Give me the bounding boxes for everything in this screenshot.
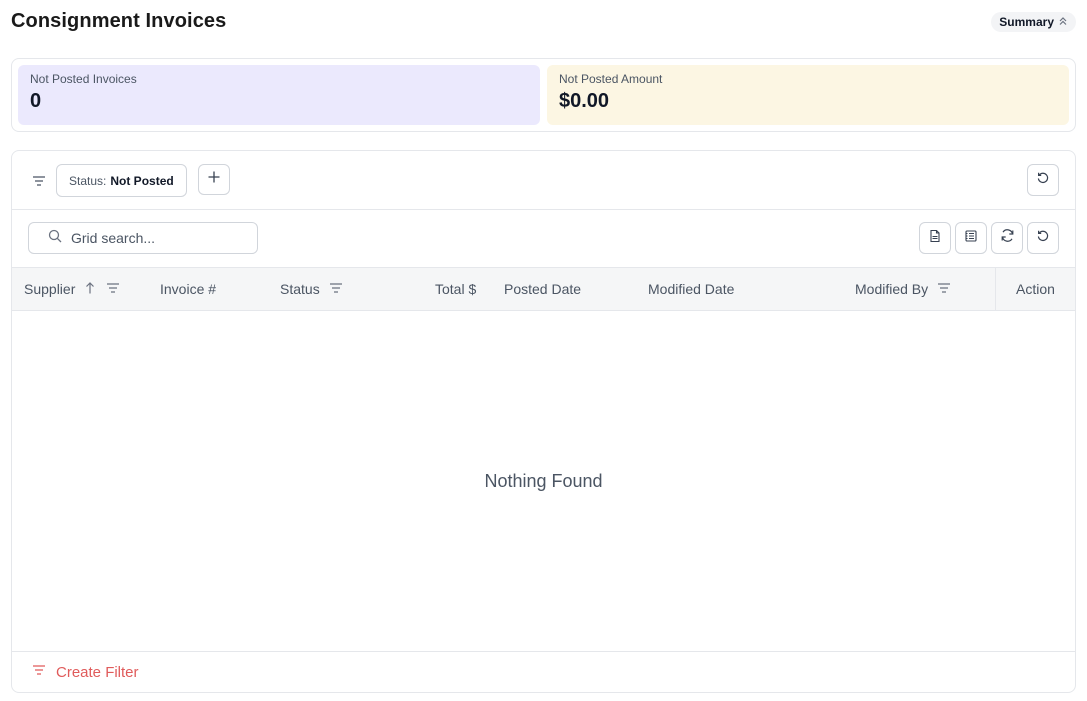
filter-chip-status[interactable]: Status: Not Posted <box>56 164 187 197</box>
export-csv-icon <box>928 229 942 248</box>
column-header-modified-date[interactable]: Modified Date <box>648 268 734 310</box>
grid-panel: Status: Not Posted Grid search... Suppli… <box>11 150 1076 693</box>
grid-toolbar <box>12 210 1075 267</box>
filter-chip-key: Status: <box>69 173 107 188</box>
summary-panel: Not Posted Invoices 0 Not Posted Amount … <box>11 58 1076 132</box>
column-label: Status <box>280 281 320 297</box>
column-header-total[interactable]: Total $ <box>435 268 476 310</box>
grid-search-box[interactable] <box>28 222 258 254</box>
create-filter-button[interactable]: Create Filter <box>12 651 1075 692</box>
stat-card-not-posted-amount: Not Posted Amount $0.00 <box>547 65 1069 125</box>
create-filter-label: Create Filter <box>56 663 139 681</box>
grid-search-input[interactable] <box>71 230 241 246</box>
column-header-modified-by[interactable]: Modified By <box>855 268 952 310</box>
column-header-action: Action <box>995 268 1075 310</box>
stat-value: 0 <box>30 90 42 112</box>
stat-card-not-posted-invoices: Not Posted Invoices 0 <box>18 65 540 125</box>
refresh-icon <box>1000 228 1015 248</box>
search-icon <box>48 229 62 248</box>
reset-icon <box>1036 171 1050 190</box>
toolbar-actions <box>919 222 1059 254</box>
stat-value: $0.00 <box>559 90 610 112</box>
column-label: Invoice # <box>160 281 217 297</box>
stat-label: Not Posted Amount <box>559 72 663 86</box>
grid-header: Supplier Invoice # Status Total $ Posted… <box>12 267 1075 311</box>
column-label: Total $ <box>435 281 477 297</box>
column-filter-icon[interactable] <box>936 280 952 299</box>
refresh-button[interactable] <box>991 222 1023 254</box>
filter-icon <box>31 662 47 682</box>
filter-bar: Status: Not Posted <box>12 151 1075 210</box>
chevrons-up-icon <box>1058 15 1068 29</box>
summary-toggle-label: Summary <box>999 15 1054 29</box>
export-excel-button[interactable] <box>955 222 987 254</box>
column-label: Supplier <box>24 281 76 297</box>
filter-chip-value: Not Posted <box>110 173 174 188</box>
reset-grid-button[interactable] <box>1027 222 1059 254</box>
empty-state-message: Nothing Found <box>484 471 603 491</box>
column-header-supplier[interactable]: Supplier <box>24 268 121 310</box>
column-filter-icon[interactable] <box>105 280 121 299</box>
export-excel-icon <box>964 229 978 248</box>
plus-icon <box>207 170 221 189</box>
column-header-status[interactable]: Status <box>280 268 344 310</box>
column-filter-icon[interactable] <box>328 280 344 299</box>
page-title: Consignment Invoices <box>11 10 227 32</box>
grid-body: Nothing Found <box>12 311 1075 652</box>
reset-icon <box>1036 229 1050 248</box>
sort-asc-icon[interactable] <box>83 281 97 298</box>
export-csv-button[interactable] <box>919 222 951 254</box>
column-label: Modified Date <box>648 281 735 297</box>
stat-label: Not Posted Invoices <box>30 72 137 86</box>
filter-icon[interactable] <box>31 173 47 189</box>
summary-toggle-button[interactable]: Summary <box>991 12 1076 32</box>
add-filter-button[interactable] <box>198 164 230 195</box>
column-label: Posted Date <box>504 281 582 297</box>
reset-filters-button[interactable] <box>1027 164 1059 196</box>
column-header-invoice-number[interactable]: Invoice # <box>160 268 216 310</box>
column-header-posted-date[interactable]: Posted Date <box>504 268 581 310</box>
column-label: Action <box>1016 281 1055 297</box>
column-label: Modified By <box>855 281 929 297</box>
